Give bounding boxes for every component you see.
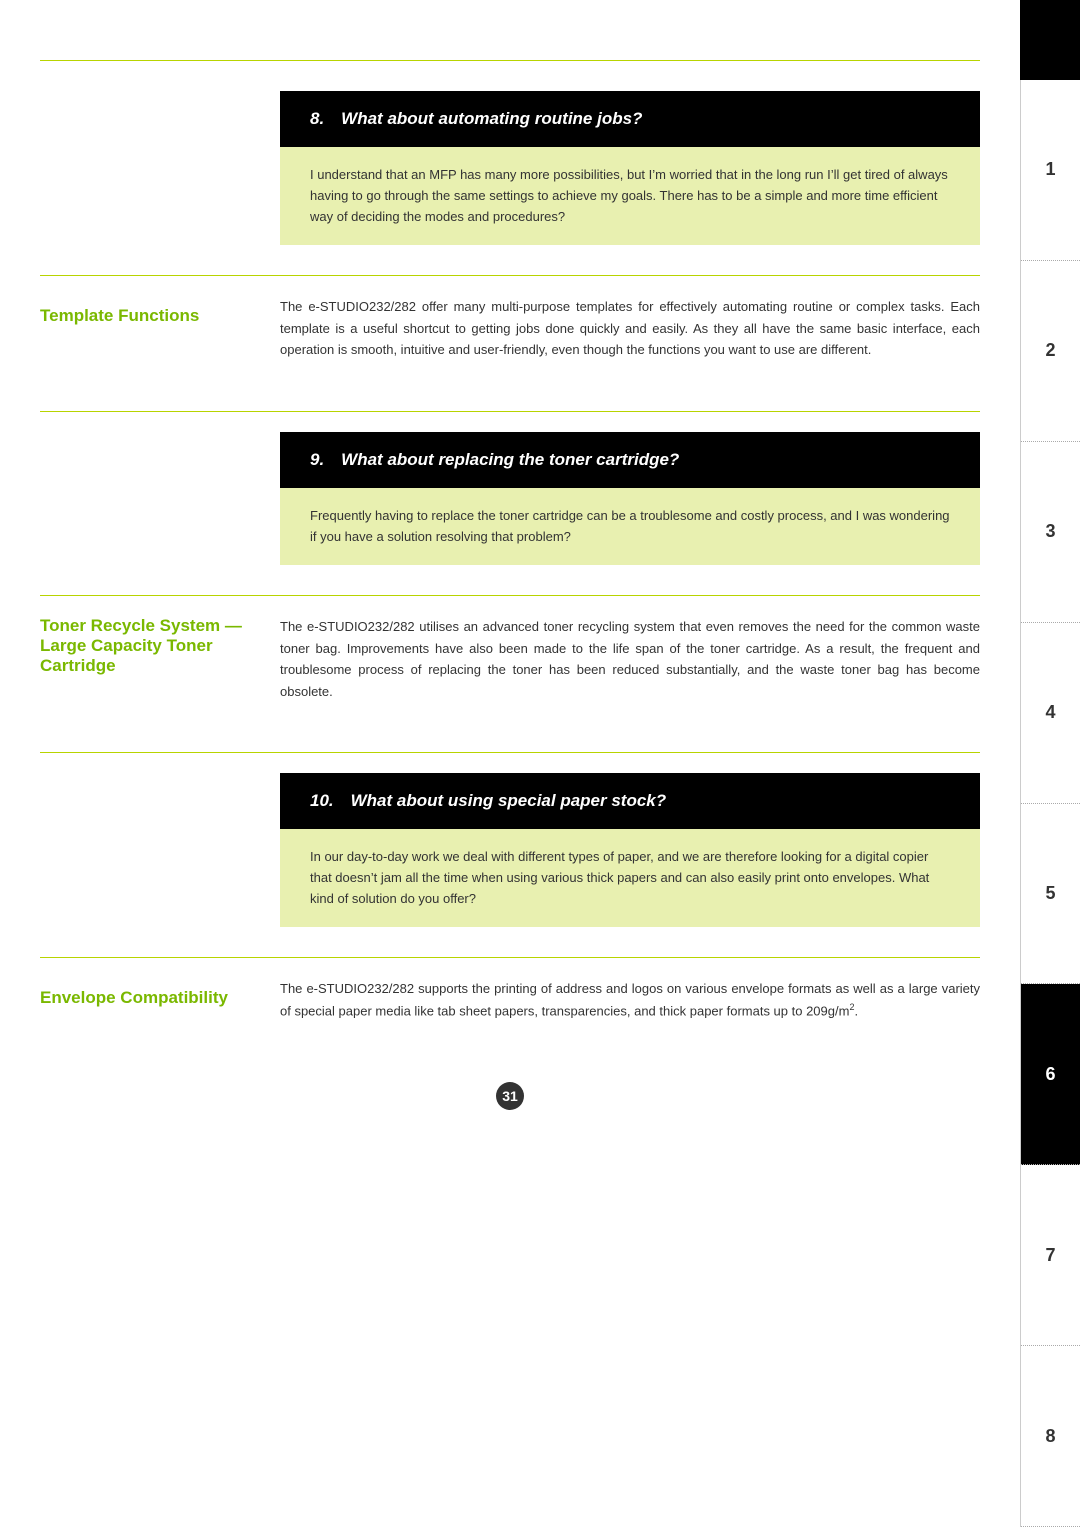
chapter-1[interactable]: 1 <box>1021 80 1080 261</box>
chapter-5[interactable]: 5 <box>1021 804 1080 985</box>
page-container: 1 2 3 4 5 6 7 8 8. What about automating… <box>0 0 1080 1527</box>
envelope-compat-label: Envelope Compatibility <box>40 978 280 1051</box>
question-box-10: 10. What about using special paper stock… <box>280 773 980 829</box>
page-footer: 31 <box>40 1082 980 1130</box>
chapter-4[interactable]: 4 <box>1021 623 1080 804</box>
toner-recycle-section: Toner Recycle System — Large Capacity To… <box>40 616 980 732</box>
toner-recycle-body: The e-STUDIO232/282 utilises an advanced… <box>280 616 980 702</box>
answer-box-9: Frequently having to replace the toner c… <box>280 488 980 566</box>
chapter-7[interactable]: 7 <box>1021 1165 1080 1346</box>
answer-box-8: I understand that an MFP has many more p… <box>280 147 980 245</box>
toner-recycle-content: The e-STUDIO232/282 utilises an advanced… <box>280 616 980 732</box>
chapter-8[interactable]: 8 <box>1021 1346 1080 1527</box>
question-8-title: 8. What about automating routine jobs? <box>310 109 950 129</box>
toner-recycle-heading: Toner Recycle System — Large Capacity To… <box>40 616 260 676</box>
envelope-compat-content: The e-STUDIO232/282 supports the printin… <box>280 978 980 1051</box>
envelope-compat-body: The e-STUDIO232/282 supports the printin… <box>280 978 980 1021</box>
envelope-compat-heading: Envelope Compatibility <box>40 988 260 1008</box>
main-content: 8. What about automating routine jobs? I… <box>0 0 1020 1170</box>
chapter-6-active[interactable]: 6 <box>1021 984 1080 1165</box>
question-10-title: 10. What about using special paper stock… <box>310 791 950 811</box>
divider-1 <box>40 275 980 276</box>
envelope-compat-section: Envelope Compatibility The e-STUDIO232/2… <box>40 978 980 1051</box>
page-number: 31 <box>496 1082 524 1110</box>
corner-block <box>1020 0 1080 80</box>
divider-2 <box>40 411 980 412</box>
answer-9-text: Frequently having to replace the toner c… <box>310 506 950 548</box>
question-9-title: 9. What about replacing the toner cartri… <box>310 450 950 470</box>
template-functions-content: The e-STUDIO232/282 offer many multi-pur… <box>280 296 980 390</box>
chapter-3[interactable]: 3 <box>1021 442 1080 623</box>
template-functions-label: Template Functions <box>40 296 280 390</box>
divider-4 <box>40 752 980 753</box>
divider-3 <box>40 595 980 596</box>
template-functions-heading: Template Functions <box>40 306 260 326</box>
template-functions-section: Template Functions The e-STUDIO232/282 o… <box>40 296 980 390</box>
chapter-sidebar: 1 2 3 4 5 6 7 8 <box>1020 80 1080 1527</box>
divider-5 <box>40 957 980 958</box>
question-box-9: 9. What about replacing the toner cartri… <box>280 432 980 488</box>
chapter-2[interactable]: 2 <box>1021 261 1080 442</box>
template-functions-body: The e-STUDIO232/282 offer many multi-pur… <box>280 296 980 360</box>
superscript-2: 2 <box>849 1002 854 1012</box>
answer-box-10: In our day-to-day work we deal with diff… <box>280 829 980 927</box>
answer-10-text: In our day-to-day work we deal with diff… <box>310 847 950 909</box>
toner-recycle-label: Toner Recycle System — Large Capacity To… <box>40 616 280 732</box>
top-divider <box>40 60 980 61</box>
answer-8-text: I understand that an MFP has many more p… <box>310 165 950 227</box>
question-box-8: 8. What about automating routine jobs? <box>280 91 980 147</box>
